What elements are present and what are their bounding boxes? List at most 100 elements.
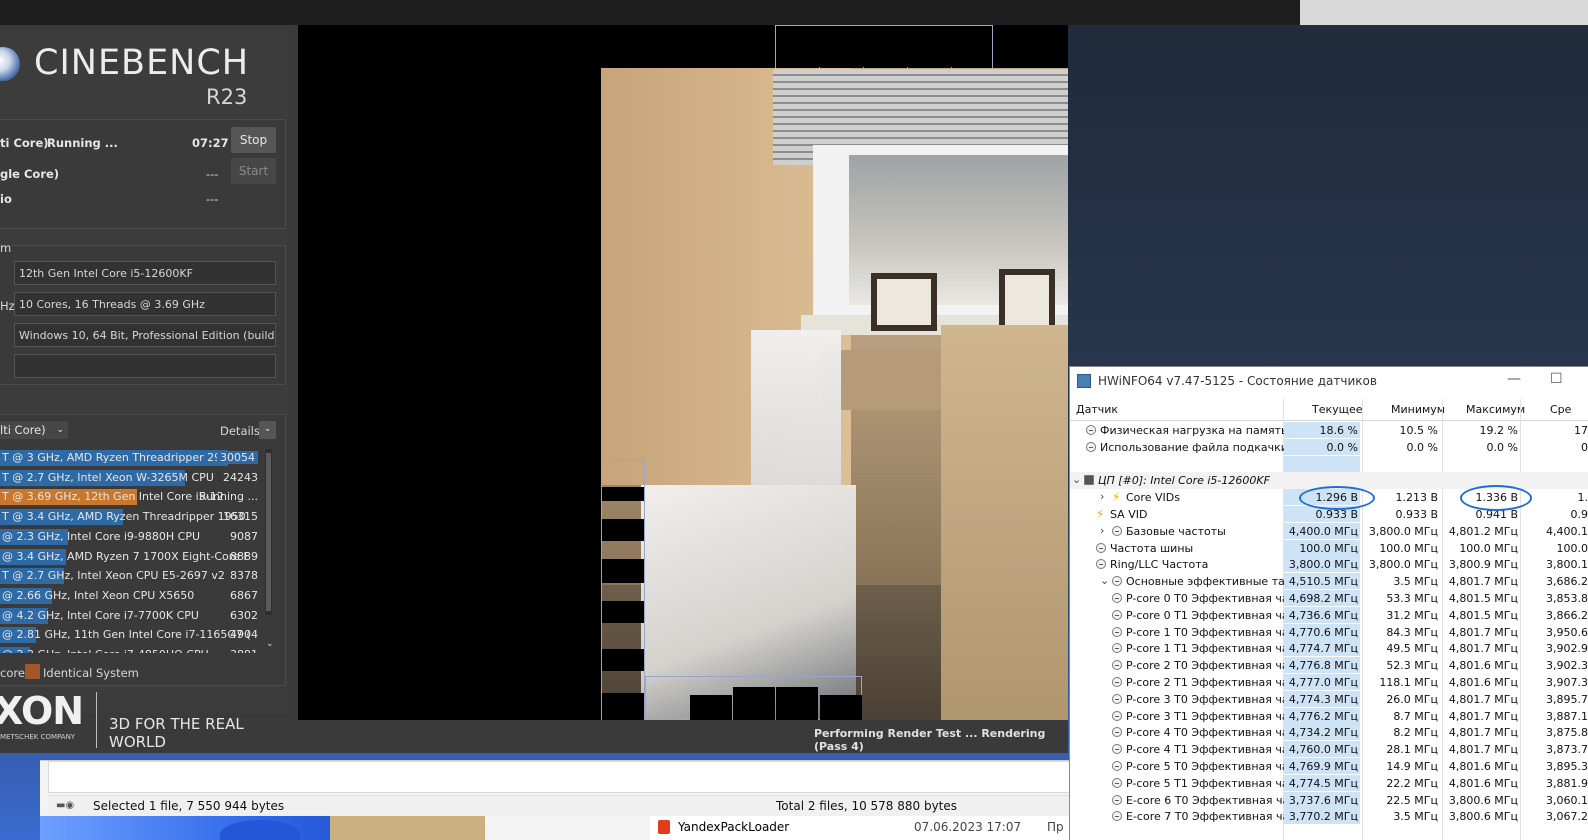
scroll-down-icon[interactable]: ⌄ xyxy=(266,639,274,649)
sensor-row[interactable]: Частота шины 100.0 МГц 100.0 МГц 100.0 МГц 1… xyxy=(1070,539,1588,557)
ranking-row[interactable]: @ 2.66 GHz, Intel Xeon CPU X5650 6867 xyxy=(0,587,262,605)
stop-button[interactable]: Stop xyxy=(231,127,276,153)
sensor-min-value: 100.0 МГц xyxy=(1379,541,1438,555)
sensor-current-value: 4,734.2 МГц xyxy=(1284,724,1360,741)
sensor-row[interactable]: P-core 3 T0 Эффективная ча... 4,774.3 МГц… xyxy=(1070,690,1588,708)
sensor-current-value: 3,770.2 МГц xyxy=(1284,808,1360,825)
sensor-name: P-core 0 T0 Эффективная ча... xyxy=(1126,592,1300,605)
ranking-row[interactable]: @ 4.2 GHz, Intel Core i7-7700K CPU 6302 xyxy=(0,607,262,625)
sensor-row[interactable]: P-core 4 T1 Эффективная ча... 4,760.0 МГц… xyxy=(1070,741,1588,758)
sensor-current-value: 4,776.8 МГц xyxy=(1284,657,1360,674)
sensor-gauge-icon xyxy=(1112,777,1122,788)
sensor-avg-value: 3,875.8 xyxy=(1546,726,1588,740)
ranking-row[interactable]: T @ 2.7 GHz, Intel Xeon W-3265M CPU 24243 xyxy=(0,469,262,487)
sensor-row[interactable]: Физическая нагрузка на память 18.6 % 10.5 … xyxy=(1070,422,1588,439)
ranking-row[interactable]: @ 2.3 GHz, Intel Core i7-4850HQ CPU 3891 xyxy=(0,646,262,653)
col-avg[interactable]: Сре xyxy=(1550,403,1571,416)
ranking-row[interactable]: @ 3.4 GHz, AMD Ryzen 7 1700X Eight-Core … xyxy=(0,548,262,566)
ranking-row[interactable]: T @ 2.7 GHz, Intel Xeon CPU E5-2697 v2 83… xyxy=(0,567,262,585)
sensor-max-value: 0.0 % xyxy=(1486,440,1518,454)
sensor-row[interactable]: P-core 5 T1 Эффективная ча... 4,774.5 МГц… xyxy=(1070,774,1588,792)
sensor-row[interactable]: E-core 7 T0 Эффективная ча... 3,770.2 МГц… xyxy=(1070,808,1588,825)
scrollbar-thumb[interactable] xyxy=(266,453,271,611)
col-max[interactable]: Максимум xyxy=(1466,403,1525,416)
sensor-row[interactable]: P-core 1 T0 Эффективная ча... 4,770.6 МГц… xyxy=(1070,623,1588,641)
sensor-gauge-icon xyxy=(1112,626,1122,637)
sensor-row[interactable]: E-core 6 T0 Эффективная ча... 3,737.6 МГц… xyxy=(1070,791,1588,809)
cinebench-window: CINEBENCH R23 ti Core) Running ... 07:27… xyxy=(0,25,1068,753)
sensor-row[interactable]: › Базовые частоты 4,400.0 МГц 3,800.0 МГц 4,… xyxy=(1070,522,1588,540)
sensor-row[interactable]: P-core 0 T0 Эффективная ча... 4,698.2 МГц… xyxy=(1070,590,1588,607)
multi-core-time: 07:27 xyxy=(192,136,229,150)
cores-label: Hz xyxy=(0,299,15,313)
minimize-button[interactable]: — xyxy=(1507,371,1521,387)
sensor-row[interactable] xyxy=(1070,455,1588,473)
ranking-row[interactable]: T @ 3.69 GHz, 12th Gen Intel Core i5-12 R… xyxy=(0,488,262,506)
sensor-current-value: 4,777.0 МГц xyxy=(1284,674,1360,690)
ranking-mode-label: lti Core) xyxy=(0,423,46,437)
sensor-gauge-icon xyxy=(1086,425,1096,435)
sensor-name: SA VID xyxy=(1110,508,1148,521)
render-photo-frame-1 xyxy=(871,273,937,331)
sensor-name: P-core 2 T1 Эффективная ча... xyxy=(1126,676,1300,689)
ranking-row[interactable]: T @ 3.4 GHz, AMD Ryzen Threadripper 1950… xyxy=(0,508,262,526)
maxon-tagline: 3D FOR THE REAL WORLD xyxy=(109,715,244,751)
sensor-row[interactable]: P-core 2 T1 Эффективная ча... 4,777.0 МГц… xyxy=(1070,674,1588,691)
col-sensor[interactable]: Датчик xyxy=(1076,403,1118,416)
sensor-row[interactable]: ⌄ Основные эффективные та... 4,510.5 МГц 3.… xyxy=(1070,573,1588,590)
processor-field: 12th Gen Intel Core i5-12600KF xyxy=(14,261,276,285)
chevron-down-icon[interactable]: ⌄ xyxy=(1072,473,1081,486)
sensor-name: P-core 0 T1 Эффективная ча... xyxy=(1126,608,1300,622)
explorer-file-row[interactable]: YandexPackLoader 07.06.2023 17:07 Пр xyxy=(650,816,1070,840)
sensor-avg-value: 0 xyxy=(1581,440,1588,454)
render-viewport xyxy=(298,25,1068,720)
render-bucket xyxy=(776,38,819,68)
sensor-row[interactable]: P-core 3 T1 Эффективная ча... 4,776.2 МГц… xyxy=(1070,707,1588,725)
ranking-mode-dropdown[interactable]: lti Core) ⌄ xyxy=(0,421,68,439)
sensor-row[interactable]: P-core 2 T0 Эффективная ча... 4,776.8 МГц… xyxy=(1070,657,1588,674)
sensor-row[interactable]: P-core 1 T1 Эффективная ча... 4,774.7 МГц… xyxy=(1070,640,1588,657)
sensor-current-value xyxy=(1284,455,1360,472)
ranking-score: Running ... xyxy=(198,490,258,504)
chevron-right-icon[interactable]: › xyxy=(1100,490,1104,503)
sensor-current-value: 4,736.6 МГц xyxy=(1284,606,1360,623)
sensor-row[interactable]: Использование файла подкачки 0.0 % 0.0 % 0.… xyxy=(1070,438,1588,456)
ranking-scrollbar[interactable] xyxy=(265,449,272,615)
sensor-current-value: 4,774.7 МГц xyxy=(1284,640,1360,657)
sensor-min-value: 8.2 МГц xyxy=(1393,726,1438,740)
chevron-right-icon[interactable]: › xyxy=(1100,524,1104,537)
sensor-current-value: 4,698.2 МГц xyxy=(1284,590,1360,606)
chevron-down-icon[interactable]: ⌄ xyxy=(1100,574,1109,587)
sensor-row[interactable]: P-core 5 T0 Эффективная ча... 4,769.9 МГц… xyxy=(1070,758,1588,775)
sensor-name: E-core 7 T0 Эффективная ча... xyxy=(1126,810,1300,824)
sensor-max-value: 4,801.6 МГц xyxy=(1448,659,1518,673)
start-button[interactable]: Start xyxy=(231,158,276,184)
sensor-current-value: 4,400.0 МГц xyxy=(1284,522,1360,539)
sensor-max-value: 4,801.6 МГц xyxy=(1448,676,1518,689)
explorer-file-area[interactable] xyxy=(48,761,1098,793)
col-current[interactable]: Текущее xyxy=(1312,403,1363,416)
ranking-score: 30054 xyxy=(217,451,258,464)
sensor-max-value: 4,801.7 МГц xyxy=(1448,692,1518,706)
render-bucket xyxy=(602,649,644,671)
sensor-max-value: 19.2 % xyxy=(1479,424,1518,437)
sensor-row[interactable]: Ring/LLC Частота 3,800.0 МГц 3,800.0 МГц 3,… xyxy=(1070,556,1588,573)
ranking-cpu-label: @ 2.3 GHz, Intel Core i9-9880H CPU xyxy=(2,529,201,543)
file-date: 07.06.2023 17:07 xyxy=(914,820,1022,834)
sensor-name: Физическая нагрузка на память xyxy=(1100,424,1288,437)
ranking-row[interactable]: @ 2.81 GHz, 11th Gen Intel Core i7-1165G… xyxy=(0,626,262,644)
ranking-row[interactable]: @ 2.3 GHz, Intel Core i9-9880H CPU 9087 xyxy=(0,528,262,546)
maximize-button[interactable]: ☐ xyxy=(1550,371,1563,387)
voltage-bolt-icon: ⚡ xyxy=(1112,490,1121,505)
sensor-row[interactable]: P-core 0 T1 Эффективная ча... 4,736.6 МГц… xyxy=(1070,606,1588,624)
hwinfo-app-icon xyxy=(1077,374,1091,388)
details-chevron-button[interactable]: ⌄ xyxy=(259,421,276,439)
col-min[interactable]: Минимум xyxy=(1391,403,1445,416)
sensor-max-value: 4,801.7 МГц xyxy=(1448,642,1518,656)
sensor-gauge-icon xyxy=(1112,677,1122,687)
cinebench-titlebar xyxy=(0,0,1588,25)
maxon-logo-sub: METSCHEK COMPANY xyxy=(0,733,76,741)
sensor-avg-value: 3,902.9 xyxy=(1546,642,1588,656)
ranking-row[interactable]: T @ 3 GHz, AMD Ryzen Threadripper 2990W 3… xyxy=(0,449,262,467)
sensor-row[interactable]: P-core 4 T0 Эффективная ча... 4,734.2 МГц… xyxy=(1070,724,1588,741)
